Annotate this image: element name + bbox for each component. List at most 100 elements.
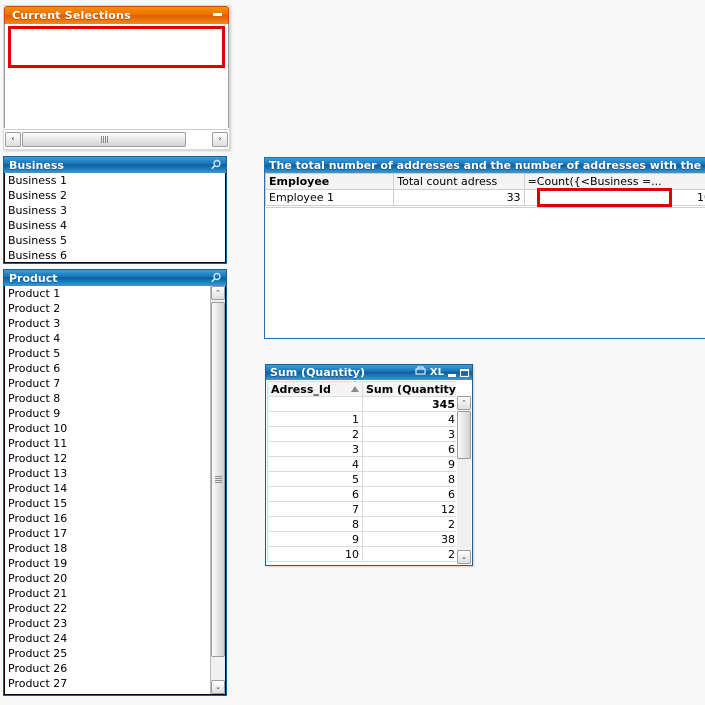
- list-item[interactable]: Product 25: [5, 646, 209, 661]
- table-row[interactable]: 36: [267, 441, 456, 457]
- list-item[interactable]: Product 18: [5, 541, 209, 556]
- list-item[interactable]: Product 26: [5, 661, 209, 676]
- sum-quantity-vscrollbar[interactable]: ⌃ ⌄: [457, 396, 471, 564]
- list-item[interactable]: Product 15: [5, 496, 209, 511]
- list-item[interactable]: Product 16: [5, 511, 209, 526]
- list-item[interactable]: Product 21: [5, 586, 209, 601]
- list-item[interactable]: Business 1: [5, 173, 225, 188]
- list-item[interactable]: Product 7: [5, 376, 209, 391]
- table-row[interactable]: 82: [267, 516, 456, 532]
- scroll-down-button[interactable]: ⌄: [211, 680, 225, 694]
- print-icon[interactable]: [415, 366, 426, 379]
- table-row[interactable]: 23: [267, 426, 456, 442]
- grip-icon: [100, 135, 108, 143]
- product-vscrollbar[interactable]: ⌃ ⌄: [210, 286, 225, 694]
- business-item-list[interactable]: Business 1 Business 2 Business 3 Business 4…: [5, 173, 225, 262]
- column-header-employee[interactable]: Employee: [264, 173, 395, 190]
- list-item[interactable]: Product 11: [5, 436, 209, 451]
- table-row[interactable]: 7 12: [267, 501, 456, 517]
- scroll-down-button[interactable]: ⌄: [457, 550, 471, 564]
- sum-quantity-titlebar[interactable]: Sum (Quantity) XL: [266, 365, 472, 380]
- product-item-list[interactable]: Product 1 Product 2 Product 3 Product 4 Prod…: [5, 286, 209, 691]
- cell-sum-quantity: 8: [362, 471, 456, 487]
- vscroll-thumb[interactable]: [457, 411, 471, 459]
- hscroll-track[interactable]: [22, 131, 211, 147]
- addresses-table-titlebar[interactable]: The total number of addresses and the nu…: [265, 158, 705, 173]
- current-selections-panel[interactable]: Current Selections ‹ ›: [3, 5, 230, 150]
- list-item[interactable]: Product 10: [5, 421, 209, 436]
- sum-quantity-title: Sum (Quantity): [270, 366, 365, 379]
- business-listbox-titlebar[interactable]: Business: [4, 157, 226, 173]
- scroll-left-button[interactable]: ‹: [5, 131, 21, 147]
- product-listbox-titlebar[interactable]: Product: [4, 270, 226, 286]
- list-item[interactable]: Business 3: [5, 203, 225, 218]
- table-row[interactable]: 10 2: [267, 546, 456, 562]
- sort-ascending-icon[interactable]: [351, 386, 359, 392]
- list-item[interactable]: Business 5: [5, 233, 225, 248]
- list-item[interactable]: Product 4: [5, 331, 209, 346]
- excel-export-icon[interactable]: XL: [430, 367, 444, 378]
- table-row[interactable]: 49: [267, 456, 456, 472]
- product-listbox-body[interactable]: Product 1 Product 2 Product 3 Product 4 Prod…: [4, 286, 226, 695]
- column-header-sum-quantity[interactable]: Sum (Quantity): [362, 381, 456, 397]
- minimize-icon[interactable]: [213, 13, 222, 16]
- scroll-right-button[interactable]: ›: [212, 131, 228, 147]
- table-row[interactable]: 9 38: [267, 531, 456, 547]
- business-listbox-body[interactable]: Business 1 Business 2 Business 3 Business 4…: [4, 173, 226, 263]
- grip-icon: [214, 476, 222, 483]
- addresses-table-panel[interactable]: The total number of addresses and the nu…: [264, 157, 705, 339]
- addresses-table-empty-area: [266, 207, 705, 337]
- table-row[interactable]: 58: [267, 471, 456, 487]
- list-item[interactable]: Product 6: [5, 361, 209, 376]
- sum-quantity-panel[interactable]: Sum (Quantity) XL Adress_Id Sum (Quantit…: [265, 364, 473, 566]
- list-item[interactable]: Business 6: [5, 248, 225, 262]
- list-item[interactable]: Product 8: [5, 391, 209, 406]
- addresses-grid[interactable]: Employee Total count adress =Count({<Bus…: [264, 173, 705, 206]
- list-item[interactable]: Business 4: [5, 218, 225, 233]
- cell-sum-quantity: 9: [362, 456, 456, 472]
- current-selections-body: [4, 24, 229, 128]
- list-item[interactable]: Product 5: [5, 346, 209, 361]
- list-item[interactable]: Product 20: [5, 571, 209, 586]
- list-item[interactable]: Business 2: [5, 188, 225, 203]
- list-item[interactable]: Product 23: [5, 616, 209, 631]
- cell-total-count-adress: 33: [393, 189, 525, 206]
- list-item[interactable]: Product 22: [5, 601, 209, 616]
- list-item[interactable]: Product 1: [5, 286, 209, 301]
- product-listbox[interactable]: Product Product 1 Product 2 Product 3 Produ…: [3, 269, 227, 696]
- business-listbox[interactable]: Business Business 1 Business 2 Business 3B…: [3, 156, 227, 264]
- current-selections-titlebar[interactable]: Current Selections: [4, 6, 229, 25]
- product-listbox-title: Product: [9, 271, 58, 285]
- hscroll-thumb[interactable]: [22, 131, 187, 147]
- list-item[interactable]: Product 19: [5, 556, 209, 571]
- sum-quantity-table-area[interactable]: Adress_Id Sum (Quantity) 345 14233649586…: [267, 381, 456, 564]
- table-row[interactable]: Employee 1 33 10: [264, 189, 705, 206]
- list-item[interactable]: Product 12: [5, 451, 209, 466]
- scroll-up-button[interactable]: ⌃: [211, 286, 225, 300]
- current-selections-hscrollbar[interactable]: ‹ ›: [5, 129, 228, 148]
- column-header-adress-id[interactable]: Adress_Id: [267, 381, 363, 397]
- column-header-count-expression[interactable]: =Count({<Business =...: [523, 173, 705, 190]
- list-item[interactable]: Product 9: [5, 406, 209, 421]
- minimize-icon[interactable]: [448, 373, 456, 377]
- cell-sum-quantity: 6: [362, 441, 456, 457]
- search-icon[interactable]: [210, 272, 222, 287]
- vscroll-thumb[interactable]: [211, 302, 225, 657]
- scroll-up-button[interactable]: ⌃: [457, 396, 471, 410]
- search-icon[interactable]: [210, 159, 222, 174]
- cell-sum-quantity: 2: [362, 516, 456, 532]
- list-item[interactable]: Product 27: [5, 676, 209, 691]
- list-item[interactable]: Product 14: [5, 481, 209, 496]
- sum-quantity-grid[interactable]: Adress_Id Sum (Quantity) 345 14233649586…: [267, 381, 456, 562]
- list-item[interactable]: Product 17: [5, 526, 209, 541]
- column-header-total-count[interactable]: Total count adress: [393, 173, 525, 190]
- table-row[interactable]: 66: [267, 486, 456, 502]
- table-row[interactable]: 14: [267, 411, 456, 427]
- list-item[interactable]: Product 24: [5, 631, 209, 646]
- list-item[interactable]: Product 3: [5, 316, 209, 331]
- maximize-icon[interactable]: [460, 368, 469, 377]
- list-item[interactable]: Product 2: [5, 301, 209, 316]
- cell-adress-id: 5: [267, 471, 363, 487]
- list-item[interactable]: Product 13: [5, 466, 209, 481]
- sum-quantity-window-controls[interactable]: XL: [415, 365, 469, 380]
